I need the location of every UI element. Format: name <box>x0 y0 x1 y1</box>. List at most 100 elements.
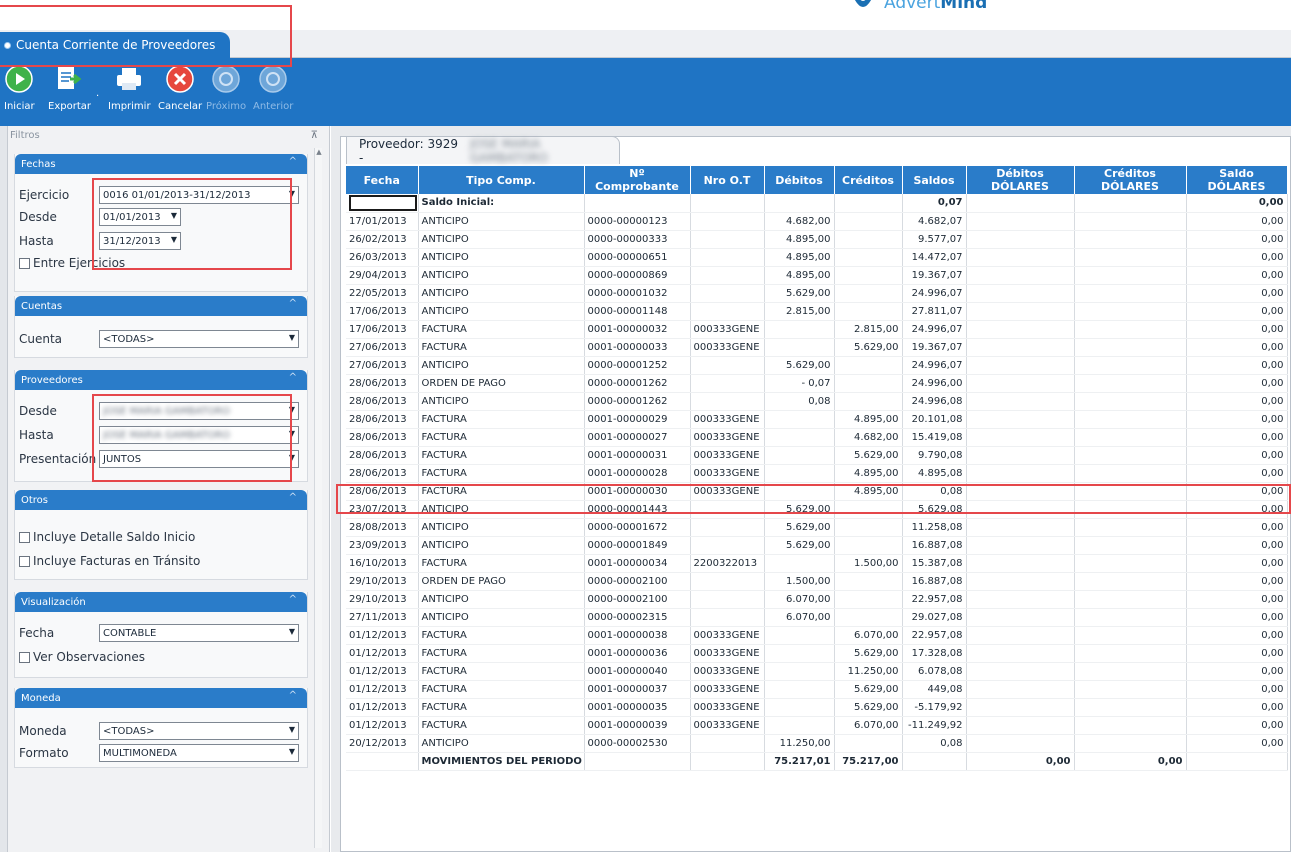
pin-icon[interactable]: ⊼ <box>311 130 318 141</box>
table-row[interactable]: 28/08/2013 ANTICIPO 0000-00001672 5.629,00 1… <box>346 518 1288 537</box>
table-cell <box>966 284 1075 303</box>
vis-fecha-select[interactable]: CONTABLE ▼ <box>99 624 299 642</box>
cancelar-button[interactable]: Cancelar <box>158 64 202 112</box>
table-row[interactable]: 28/06/2013 FACTURA 0001-00000028 000333GENE… <box>346 464 1288 483</box>
col-header[interactable]: Tipo Comp. <box>418 166 585 194</box>
table-row[interactable]: 20/12/2013 ANTICIPO 0000-00002530 11.250,00… <box>346 734 1288 753</box>
table-cell: 5.629,00 <box>764 536 835 555</box>
collapse-icon[interactable]: ^ <box>289 156 297 167</box>
table-row[interactable]: 23/09/2013 ANTICIPO 0000-00001849 5.629,00 1… <box>346 536 1288 555</box>
table-row[interactable]: 23/07/2013 ANTICIPO 0000-00001443 5.629,00 5… <box>346 500 1288 519</box>
table-cell <box>1074 338 1187 357</box>
table-row[interactable]: 26/02/2013 ANTICIPO 0000-00000333 4.895,00 9… <box>346 230 1288 249</box>
group-moneda-header[interactable]: Moneda ^ <box>15 688 307 708</box>
scroll-up-icon[interactable]: ▲ <box>315 148 323 158</box>
group-cuentas-header[interactable]: Cuentas ^ <box>15 296 307 316</box>
cuenta-select[interactable]: <TODAS> ▼ <box>99 330 299 348</box>
prov-hasta-select[interactable]: JOSE MARIA GAMBATORO ▼ <box>99 426 299 444</box>
observaciones-row[interactable]: Ver Observaciones <box>19 650 145 664</box>
table-cell <box>966 644 1075 663</box>
selected-cell[interactable] <box>346 194 419 213</box>
col-header[interactable]: Nº Comprobante <box>584 166 691 194</box>
col-header[interactable]: Créditos <box>834 166 903 194</box>
table-cell: 0,00 <box>1186 608 1288 627</box>
filters-title: Filtros <box>10 130 40 141</box>
table-row[interactable]: 26/03/2013 ANTICIPO 0000-00000651 4.895,00 1… <box>346 248 1288 267</box>
collapse-icon[interactable]: ^ <box>289 492 297 503</box>
anterior-button[interactable]: Anterior <box>253 64 293 112</box>
table-row[interactable]: 01/12/2013 FACTURA 0001-00000035 000333GENE… <box>346 698 1288 717</box>
table-row[interactable]: 01/12/2013 FACTURA 0001-00000037 000333GENE… <box>346 680 1288 699</box>
table-row[interactable]: 28/06/2013 FACTURA 0001-00000029 000333GENE… <box>346 410 1288 429</box>
table-cell: 0,00 <box>1186 554 1288 573</box>
transito-row[interactable]: Incluye Facturas en Tránsito <box>19 554 200 568</box>
col-header[interactable]: Débitos <box>764 166 835 194</box>
collapse-icon[interactable]: ^ <box>289 690 297 701</box>
table-row[interactable]: 01/12/2013 FACTURA 0001-00000038 000333GENE… <box>346 626 1288 645</box>
group-fechas-header[interactable]: Fechas ^ <box>15 154 307 174</box>
table-row[interactable]: 28/06/2013 FACTURA 0001-00000031 000333GENE… <box>346 446 1288 465</box>
proximo-button[interactable]: Próximo <box>206 64 246 112</box>
table-row[interactable]: 28/06/2013 ANTICIPO 0000-00001262 0,08 24.99… <box>346 392 1288 411</box>
fechas-hasta-date[interactable]: 31/12/2013 ▼ <box>99 232 181 250</box>
table-cell: 000333GENE <box>690 698 765 717</box>
formato-row: Formato MULTIMONEDA ▼ <box>19 744 299 762</box>
entre-ejercicios-row[interactable]: Entre Ejercicios <box>19 256 125 270</box>
table-row[interactable]: 01/12/2013 FACTURA 0001-00000039 000333GENE… <box>346 716 1288 735</box>
table-row[interactable]: 28/06/2013 FACTURA 0001-00000027 000333GENE… <box>346 428 1288 447</box>
prov-desde-select[interactable]: JOSE MARIA GAMBATORO ▼ <box>99 402 299 420</box>
filters-scrollbar[interactable]: ▲ <box>314 148 322 848</box>
group-otros-header[interactable]: Otros ^ <box>15 490 307 510</box>
table-row[interactable]: 29/10/2013 ORDEN DE PAGO 0000-00002100 1.50… <box>346 572 1288 591</box>
imprimir-button[interactable]: Imprimir <box>108 64 151 112</box>
detalle-row[interactable]: Incluye Detalle Saldo Inicio <box>19 530 195 544</box>
table-row[interactable]: 17/01/2013 ANTICIPO 0000-00000123 4.682,00 4… <box>346 212 1288 231</box>
observaciones-checkbox[interactable] <box>19 651 30 663</box>
table-row[interactable]: 29/10/2013 ANTICIPO 0000-00002100 6.070,00 2… <box>346 590 1288 609</box>
saldo-inicial-row[interactable]: Saldo Inicial: 0,07 0,00 <box>346 194 1288 213</box>
table-row[interactable]: 27/06/2013 ANTICIPO 0000-00001252 5.629,00 2… <box>346 356 1288 375</box>
table-row[interactable]: 22/05/2013 ANTICIPO 0000-00001032 5.629,00 2… <box>346 284 1288 303</box>
table-cell <box>764 626 835 645</box>
table-cell <box>1074 320 1187 339</box>
fechas-desde-date[interactable]: 01/01/2013 ▼ <box>99 208 181 226</box>
entre-ejercicios-checkbox[interactable] <box>19 257 30 269</box>
collapse-icon[interactable]: ^ <box>289 298 297 309</box>
collapse-icon[interactable]: ^ <box>289 372 297 383</box>
export-dropdown-icon[interactable]: . <box>96 88 99 99</box>
col-header[interactable]: Nro O.T <box>690 166 765 194</box>
group-proveedores-header[interactable]: Proveedores ^ <box>15 370 307 390</box>
table-row[interactable]: 01/12/2013 FACTURA 0001-00000036 000333GENE… <box>346 644 1288 663</box>
table-row[interactable]: 29/04/2013 ANTICIPO 0000-00000869 4.895,00 1… <box>346 266 1288 285</box>
col-header[interactable]: Créditos DÓLARES <box>1074 166 1187 194</box>
group-visualizacion-header[interactable]: Visualización ^ <box>15 592 307 612</box>
table-row[interactable]: 16/10/2013 FACTURA 0001-00000034 2200322013… <box>346 554 1288 573</box>
table-row[interactable]: 01/12/2013 FACTURA 0001-00000040 000333GENE… <box>346 662 1288 681</box>
exportar-button[interactable]: Exportar <box>48 64 91 112</box>
table-cell <box>1074 248 1187 267</box>
moneda-select[interactable]: <TODAS> ▼ <box>99 722 299 740</box>
transito-checkbox[interactable] <box>19 555 30 567</box>
table-row[interactable]: 17/06/2013 ANTICIPO 0000-00001148 2.815,00 2… <box>346 302 1288 321</box>
ejercicio-select[interactable]: 0016 01/01/2013-31/12/2013 ▼ <box>99 186 299 204</box>
col-header[interactable]: Débitos DÓLARES <box>966 166 1075 194</box>
group-fechas-title: Fechas <box>21 158 56 170</box>
table-row[interactable]: 17/06/2013 FACTURA 0001-00000032 000333GENE… <box>346 320 1288 339</box>
collapse-icon[interactable]: ^ <box>289 594 297 605</box>
col-header[interactable]: Fecha <box>346 166 419 194</box>
table-row[interactable]: 27/06/2013 FACTURA 0001-00000033 000333GENE… <box>346 338 1288 357</box>
detalle-checkbox[interactable] <box>19 531 30 543</box>
table-row[interactable]: 28/06/2013 FACTURA 0001-00000030 000333GENE… <box>346 482 1288 501</box>
formato-select[interactable]: MULTIMONEDA ▼ <box>99 744 299 762</box>
col-header[interactable]: Saldo DÓLARES <box>1186 166 1288 194</box>
table-row[interactable]: 28/06/2013 ORDEN DE PAGO 0000-00001262 - 0,… <box>346 374 1288 393</box>
table-row[interactable]: 27/11/2013 ANTICIPO 0000-00002315 6.070,00 2… <box>346 608 1288 627</box>
presentacion-select[interactable]: JUNTOS ▼ <box>99 450 299 468</box>
tab-cuenta-corriente[interactable]: Cuenta Corriente de Proveedores <box>0 32 230 58</box>
fechas-desde-row: Desde 01/01/2013 ▼ <box>19 208 181 226</box>
col-header[interactable]: Saldos <box>902 166 967 194</box>
proveedor-tab[interactable]: Proveedor: 3929 - JOSE MARIA GAMBATORO <box>346 136 620 165</box>
iniciar-button[interactable]: Iniciar <box>4 64 35 112</box>
group-cuentas: Cuentas ^ Cuenta <TODAS> ▼ <box>14 296 308 358</box>
exportar-label: Exportar <box>48 101 91 112</box>
